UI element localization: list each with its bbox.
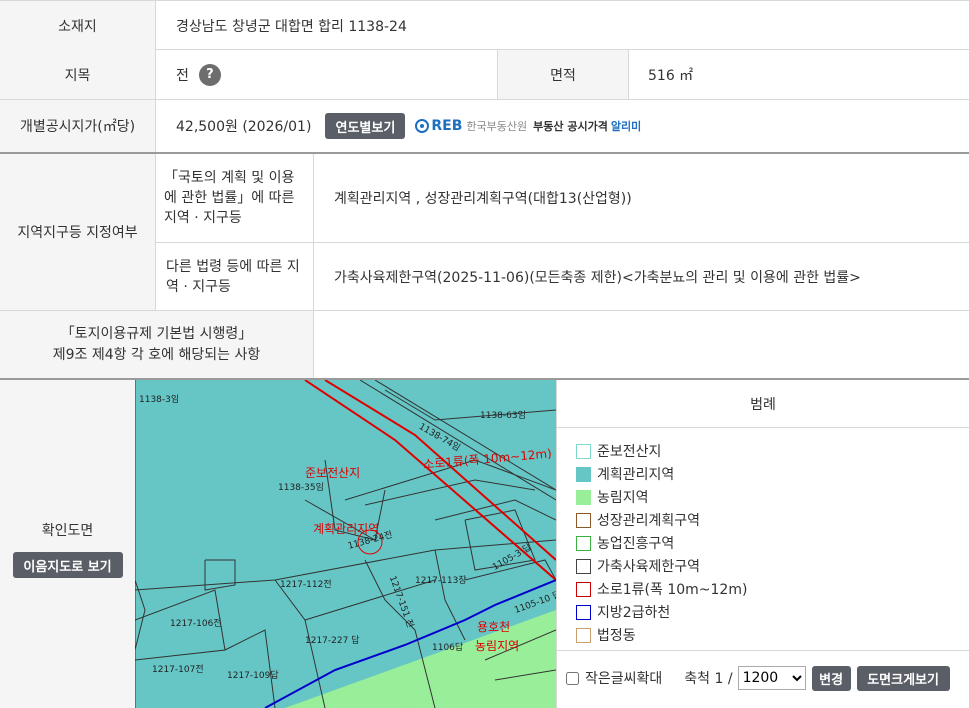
yearly-view-button[interactable]: 연도별보기 [325,113,406,139]
legend-swatch-7 [576,604,591,620]
land-category-value-cell: 전 ? [176,50,221,99]
legend-swatch-8 [576,627,591,643]
regulation-row: 「토지이용규제 기본법 시행령」 제9조 제4항 각 호에 해당되는 사항 [0,311,969,380]
map-label-cell: 확인도면 이음지도로 보기 [0,380,135,708]
legend-item-4: 농업진흥구역 [576,533,674,553]
reb-link[interactable]: REB 한국부동산원 부동산 공시가격 알리미 [415,118,641,134]
legend-swatch-0 [576,443,591,459]
official-price-label: 개별공시지가(㎡당) [0,100,155,152]
map-label: 확인도면 [41,523,94,539]
location-value: 경상남도 창녕군 대합면 합리 1138-24 [176,18,407,35]
help-icon[interactable]: ? [198,63,221,86]
legend-swatch-1 [576,466,591,482]
land-category-row: 지목 전 ? 면적 516 ㎡ [0,50,969,100]
legend-swatch-2 [576,489,591,505]
official-price-value: 42,500원 (2026/01) [176,119,312,135]
reb-service: 부동산 공시가격 [533,120,608,133]
regulation-label-line1: 「토지이용규제 기본법 시행령」 [60,325,253,342]
eum-map-button[interactable]: 이음지도로 보기 [12,552,123,578]
map-label-yongho-stream: 용호천 [477,620,511,634]
small-text-enlarge-checkbox[interactable] [566,671,579,685]
map-label-planned-mgmt: 계획관리지역 [313,522,380,536]
official-price-cell: 42,500원 (2026/01) 연도별보기 REB 한국부동산원 부동산 공… [176,100,641,152]
official-price-row: 개별공시지가(㎡당) 42,500원 (2026/01) 연도별보기 REB 한… [0,100,969,154]
reb-service-highlight: 알리미 [610,120,642,133]
reb-org: 한국부동산원 [466,120,528,133]
legend-item-0: 준보전산지 [576,441,661,461]
land-category-label: 지목 [0,50,155,99]
legend-item-8: 법정동 [576,625,636,645]
map-enlarge-button[interactable]: 도면크게보기 [856,665,950,691]
reb-logo-icon: REB [415,118,462,134]
legend-item-3: 성장관리계획구역 [576,510,700,530]
location-row: 소재지 경상남도 창녕군 대합면 합리 1138-24 [0,0,969,50]
small-text-enlarge-label[interactable]: 작은글씨확대 [585,668,662,688]
map-label-agri-area: 농림지역 [475,639,520,653]
map-label-1217-107: 1217-107전 [152,665,204,675]
zoning-label: 지역지구등 지정여부 [0,154,155,310]
map-label-semi-preserved: 준보전산지 [305,466,361,480]
map-label-1217-227: 1217-227 답 [305,636,360,646]
legend-item-7: 지방2급하천 [576,602,670,622]
legend-swatch-6 [576,581,591,597]
map-label-1106: 1106답 [432,643,464,653]
map-label-1217-106: 1217-106전 [170,619,222,629]
legend-item-2: 농림지역 [576,487,649,507]
cadastral-map [135,380,556,708]
area-value: 516 ㎡ [648,67,694,84]
area-label: 면적 [498,50,628,99]
scale-change-button[interactable]: 변경 [811,665,851,691]
legend-item-6: 소로1류(폭 10m~12m) [576,579,747,599]
zoning-sub2-value: 가축사육제한구역(2025-11-06)(모든축종 제한)<가축분뇨의 관리 및… [334,269,861,286]
regulation-label: 「토지이용규제 기본법 시행령」 제9조 제4항 각 호에 해당되는 사항 [0,311,313,378]
land-category-value: 전 [176,67,189,84]
legend-item-5: 가축사육제한구역 [576,556,700,576]
map-label-1217-113: 1217-113장 [415,576,467,586]
legend-item-1: 계획관리지역 [576,464,674,484]
legend-swatch-4 [576,535,591,551]
scale-label: 축척 1 / [684,671,733,687]
reb-logo-text: REB [431,118,463,134]
regulation-label-line2: 제9조 제4항 각 호에 해당되는 사항 [52,346,261,363]
map-label-1138-3: 1138-3임 [139,395,180,405]
zoning-block: 지역지구등 지정여부 「국토의 계획 및 이용에 관한 법률」에 따른 지역 ·… [0,154,969,311]
map-section: 확인도면 이음지도로 보기 1138-3임 1138-63임 1138-74임 … [0,380,969,708]
map-label-1138-35: 1138-35임 [278,483,324,493]
map-label-1217-109: 1217-109답 [227,671,279,681]
map-label-1138-63: 1138-63임 [480,411,526,421]
zoning-sub1-label: 「국토의 계획 및 이용에 관한 법률」에 따른 지역 · 지구등 [156,154,313,242]
zoning-sub1-value: 계획관리지역 , 성장관리계획구역(대합13(산업형)) [334,191,632,207]
map-controls: 작은글씨확대 축척 1 / 1200 변경 도면크게보기 [566,665,966,691]
zoning-sub2-label: 다른 법령 등에 따른 지역 · 지구등 [156,243,313,310]
legend-swatch-3 [576,512,591,528]
legend-title: 범례 [557,380,969,428]
scale-select[interactable]: 1200 [737,666,806,690]
map-label-1217-112: 1217-112전 [280,580,332,590]
location-label: 소재지 [0,1,155,50]
map-image[interactable]: 1138-3임 1138-63임 1138-74임 1138-35임 1217-… [135,380,556,708]
legend-swatch-5 [576,558,591,574]
